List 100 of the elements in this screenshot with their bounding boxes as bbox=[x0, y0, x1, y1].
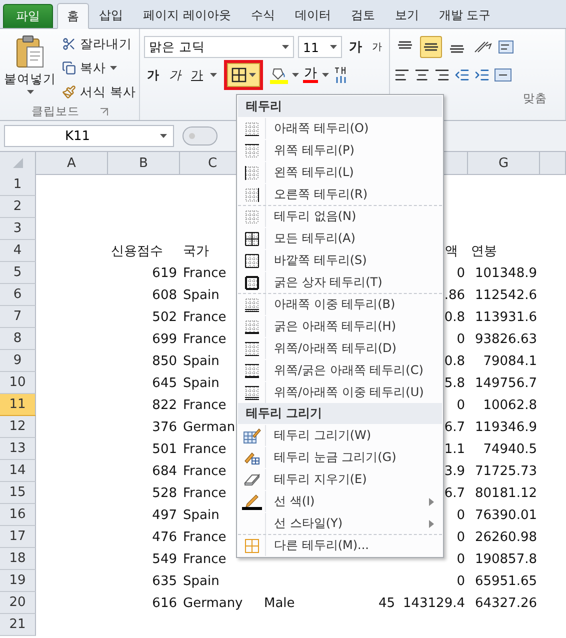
table-cell-text: 79084.1 bbox=[482, 352, 538, 370]
ribbon-tab[interactable]: 삽입 bbox=[89, 2, 133, 28]
row-header[interactable]: 12 bbox=[0, 416, 36, 438]
column-header[interactable]: G bbox=[468, 152, 540, 175]
name-box[interactable]: K11 bbox=[4, 125, 174, 147]
menu-item[interactable]: 위쪽/굵은 아래쪽 테두리(C) bbox=[238, 359, 442, 381]
table-cell-text: 101348.9 bbox=[474, 264, 538, 282]
table-cell-text: Male bbox=[263, 594, 296, 612]
menu-item[interactable]: 테두리 눈금 그리기(G) bbox=[238, 446, 442, 468]
menu-item[interactable]: 굵은 아래쪽 테두리(H) bbox=[238, 315, 442, 337]
menu-item[interactable]: 선 색(I) bbox=[238, 490, 442, 512]
italic-button[interactable]: 가 bbox=[166, 66, 184, 84]
menu-item[interactable]: 바깥쪽 테두리(S) bbox=[238, 249, 442, 271]
splitter-handle-icon[interactable] bbox=[182, 126, 218, 146]
table-cell-text: France bbox=[182, 308, 228, 326]
table-cell-text: 0 bbox=[456, 264, 466, 282]
row-header[interactable]: 15 bbox=[0, 482, 36, 504]
row-header[interactable]: 9 bbox=[0, 350, 36, 372]
merge-cells-icon[interactable] bbox=[494, 67, 512, 83]
ribbon-tab[interactable]: 홈 bbox=[57, 3, 89, 29]
row-header[interactable]: 2 bbox=[0, 196, 36, 218]
row-header[interactable]: 18 bbox=[0, 548, 36, 570]
table-cell-text: 80181.12 bbox=[474, 484, 538, 502]
row-header[interactable]: 1 bbox=[0, 174, 36, 196]
row-header[interactable]: 3 bbox=[0, 218, 36, 240]
menu-item[interactable]: 다른 테두리(M)... bbox=[238, 534, 442, 556]
ribbon-tab[interactable]: 개발 도구 bbox=[428, 2, 501, 28]
table-cell-text: 190857.8 bbox=[474, 550, 538, 568]
column-header[interactable]: B bbox=[108, 152, 180, 175]
menu-item[interactable]: 테두리 지우기(E) bbox=[238, 468, 442, 490]
menu-item[interactable]: 아래쪽 테두리(O) bbox=[238, 117, 442, 139]
menu-item[interactable]: 모든 테두리(A) bbox=[238, 227, 442, 249]
ribbon-tab[interactable]: 페이지 레이아웃 bbox=[133, 2, 241, 28]
pencil-grid-icon bbox=[242, 428, 260, 444]
table-cell-text: 822 bbox=[151, 396, 178, 414]
row-header[interactable]: 20 bbox=[0, 592, 36, 614]
font-color-button[interactable]: 가 bbox=[303, 67, 318, 83]
borders-button[interactable] bbox=[227, 63, 260, 87]
font-size-field[interactable]: 11 bbox=[298, 36, 342, 58]
format-painter-button[interactable]: 서식 복사 bbox=[62, 81, 136, 103]
fill-color-icon[interactable] bbox=[270, 66, 288, 84]
menu-item[interactable]: 테두리 그리기(W) bbox=[238, 424, 442, 446]
vertical-align-button[interactable] bbox=[420, 36, 442, 58]
border-icon bbox=[244, 210, 258, 224]
table-cell-text: German bbox=[182, 418, 236, 436]
table-cell-text: 6.7 bbox=[443, 418, 466, 436]
row-header[interactable]: 14 bbox=[0, 460, 36, 482]
copy-button[interactable]: 복사 bbox=[62, 57, 136, 79]
menu-item[interactable]: 굵은 상자 테두리(T) bbox=[238, 271, 442, 293]
increase-indent-icon[interactable] bbox=[474, 67, 490, 83]
table-cell-text: 76390.01 bbox=[474, 506, 538, 524]
row-header[interactable]: 6 bbox=[0, 284, 36, 306]
menu-item[interactable]: 테두리 없음(N) bbox=[238, 205, 442, 227]
bold-button[interactable]: 가 bbox=[144, 66, 162, 84]
row-header[interactable]: 11 bbox=[0, 394, 36, 416]
table-cell-text: France bbox=[182, 528, 228, 546]
table-cell-text: Spain bbox=[182, 286, 220, 304]
align-center-icon[interactable] bbox=[414, 67, 430, 83]
ribbon-tab[interactable]: 데이터 bbox=[284, 2, 341, 28]
orientation-icon[interactable] bbox=[472, 39, 494, 55]
paste-button[interactable]: 붙여넣기 bbox=[4, 33, 56, 103]
launcher-icon[interactable] bbox=[100, 108, 108, 116]
menu-item[interactable]: 오른쪽 테두리(R) bbox=[238, 183, 442, 205]
font-name-field[interactable]: 맑은 고딕 bbox=[144, 36, 294, 58]
menu-item[interactable]: 아래쪽 이중 테두리(B) bbox=[238, 293, 442, 315]
cut-button[interactable]: 잘라내기 bbox=[62, 33, 136, 55]
ribbon-tab[interactable]: 검토 bbox=[340, 2, 385, 28]
group-label: 클립보드 bbox=[32, 104, 80, 119]
ribbon-tab[interactable]: 수식 bbox=[240, 2, 285, 28]
row-header[interactable]: 17 bbox=[0, 526, 36, 548]
ribbon-tab[interactable]: 보기 bbox=[384, 2, 429, 28]
caret-icon bbox=[292, 73, 299, 77]
align-icon bbox=[449, 45, 465, 53]
table-cell-text: 45 bbox=[377, 594, 396, 612]
grow-font-button[interactable]: 가 bbox=[346, 38, 365, 56]
shrink-font-button[interactable]: 가 bbox=[369, 40, 385, 54]
menu-item[interactable]: 위쪽/아래쪽 테두리(D) bbox=[238, 337, 442, 359]
row-header[interactable]: 19 bbox=[0, 570, 36, 592]
underline-button[interactable]: 가 bbox=[188, 66, 206, 84]
table-cell-text: Spain bbox=[182, 506, 220, 524]
row-header[interactable]: 7 bbox=[0, 306, 36, 328]
row-header[interactable]: 21 bbox=[0, 614, 36, 636]
align-left-icon[interactable] bbox=[394, 67, 410, 83]
file-tab[interactable]: 파일 bbox=[3, 4, 53, 28]
row-header[interactable]: 10 bbox=[0, 372, 36, 394]
table-cell-text: Spain bbox=[182, 572, 220, 590]
column-header[interactable]: A bbox=[36, 152, 108, 175]
font-name: 맑은 고딕 bbox=[149, 38, 205, 56]
row-header[interactable]: 8 bbox=[0, 328, 36, 350]
menu-item[interactable]: 선 스타일(Y) bbox=[238, 512, 442, 534]
row-header[interactable]: 4 bbox=[0, 240, 36, 262]
table-cell-text: 64327.26 bbox=[474, 594, 538, 612]
decrease-indent-icon[interactable] bbox=[454, 67, 470, 83]
align-right-icon[interactable] bbox=[434, 67, 450, 83]
table-cell-text: 65951.65 bbox=[474, 572, 538, 590]
align-icon bbox=[397, 41, 413, 49]
row-header[interactable]: 5 bbox=[0, 262, 36, 284]
row-header[interactable]: 13 bbox=[0, 438, 36, 460]
wrap-text-icon[interactable] bbox=[498, 39, 516, 55]
row-header[interactable]: 16 bbox=[0, 504, 36, 526]
